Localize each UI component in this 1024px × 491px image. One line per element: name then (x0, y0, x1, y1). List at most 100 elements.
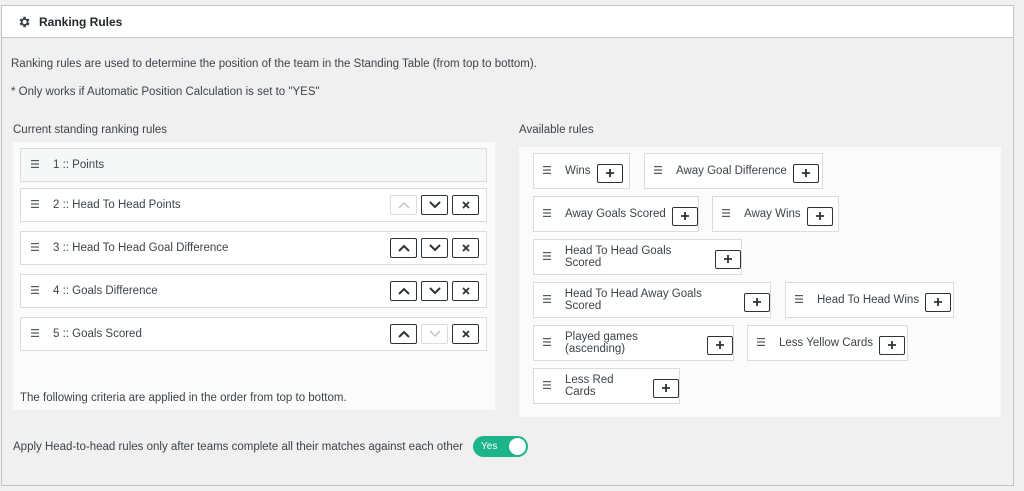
rule-label: Head To Head Away Goals Scored (564, 288, 702, 312)
plus-icon (753, 298, 762, 306)
plus-icon (724, 255, 733, 263)
rule-label: 1 :: Points (53, 159, 105, 171)
drag-handle-icon[interactable] (543, 381, 555, 391)
current-rules-label: Current standing ranking rules (13, 124, 168, 136)
chevron-up-icon (397, 244, 410, 252)
plus-icon (716, 341, 724, 349)
plus-icon (662, 384, 671, 392)
remove-button[interactable] (452, 281, 479, 301)
rule-label: Away Goal Difference (676, 165, 787, 177)
drag-handle-icon[interactable] (31, 329, 43, 339)
add-rule-button[interactable] (707, 335, 733, 355)
panel-title: Ranking Rules (39, 14, 123, 29)
drag-handle-icon[interactable] (31, 160, 43, 170)
move-down-button (421, 324, 448, 344)
available-rules-list: Wins Away Goal Difference Away Goals Sco… (519, 147, 1001, 417)
drag-handle-icon[interactable] (722, 209, 734, 219)
rule-label: 4 :: Goals Difference (53, 285, 158, 297)
rule-label: Head To Head Goals Scored (564, 245, 672, 269)
rule-label: Head To Head Wins (817, 294, 920, 306)
drag-handle-icon[interactable] (757, 338, 769, 348)
drag-handle-icon[interactable] (654, 166, 666, 176)
move-down-button[interactable] (421, 195, 448, 215)
current-rule-item[interactable]: 5 :: Goals Scored (20, 317, 487, 351)
chevron-up-icon (397, 201, 410, 209)
available-rule-item[interactable]: Head To Head Away Goals Scored (533, 282, 771, 318)
drag-handle-icon[interactable] (31, 200, 43, 210)
add-rule-button[interactable] (596, 163, 623, 183)
remove-button[interactable] (452, 195, 479, 215)
close-icon (461, 330, 470, 338)
h2h-toggle-row: Apply Head-to-head rules only after team… (13, 436, 529, 457)
add-rule-button[interactable] (878, 335, 905, 355)
chevron-up-icon (397, 287, 410, 295)
drag-handle-icon[interactable] (543, 209, 555, 219)
add-rule-button[interactable] (792, 163, 819, 183)
h2h-toggle-switch[interactable]: Yes (473, 436, 529, 457)
add-rule-button[interactable] (806, 206, 833, 226)
drag-handle-icon[interactable] (31, 286, 43, 296)
drag-handle-icon[interactable] (543, 166, 555, 176)
drag-handle-icon[interactable] (543, 338, 555, 348)
toggle-state-text: Yes (481, 441, 498, 452)
remove-button[interactable] (452, 238, 479, 258)
plus-icon (887, 341, 896, 349)
move-up-button[interactable] (390, 324, 417, 344)
available-rule-item[interactable]: Less Red Cards (533, 368, 680, 404)
description-note: * Only works if Automatic Position Calcu… (11, 86, 320, 98)
rule-label: 3 :: Head To Head Goal Difference (53, 242, 229, 254)
rule-label: Less Red Cards (564, 374, 614, 398)
chevron-down-icon (428, 287, 441, 295)
add-rule-button[interactable] (925, 292, 952, 312)
add-rule-button[interactable] (653, 378, 679, 398)
current-rule-item[interactable]: 3 :: Head To Head Goal Difference (20, 231, 487, 265)
add-rule-button[interactable] (715, 249, 742, 269)
current-rule-item[interactable]: 2 :: Head To Head Points (20, 188, 487, 222)
h2h-toggle-label: Apply Head-to-head rules only after team… (13, 440, 464, 453)
toggle-knob (509, 438, 527, 455)
plus-icon (934, 298, 943, 306)
add-rule-button[interactable] (744, 292, 771, 312)
available-rule-item[interactable]: Less Yellow Cards (747, 325, 908, 361)
description-text: Ranking rules are used to determine the … (11, 58, 537, 70)
plus-icon (605, 169, 614, 177)
available-rule-item[interactable]: Away Goal Difference (644, 153, 823, 189)
remove-button[interactable] (452, 324, 479, 344)
chevron-down-icon (428, 330, 441, 338)
plus-icon (680, 212, 689, 220)
rule-controls (390, 324, 479, 344)
rule-label: Less Yellow Cards (779, 337, 873, 349)
available-rule-item[interactable]: Wins (533, 153, 630, 189)
current-rule-item[interactable]: 1 :: Points (20, 148, 487, 182)
current-rule-item[interactable]: 4 :: Goals Difference (20, 274, 487, 308)
chevron-down-icon (428, 244, 441, 252)
rule-controls (390, 195, 479, 215)
available-rule-item[interactable]: Head To Head Wins (785, 282, 954, 318)
close-icon (461, 287, 470, 295)
move-down-button[interactable] (421, 238, 448, 258)
drag-handle-icon[interactable] (31, 243, 43, 253)
available-rule-item[interactable]: Head To Head Goals Scored (533, 239, 742, 275)
move-down-button[interactable] (421, 281, 448, 301)
available-rule-item[interactable]: Away Wins (712, 196, 839, 232)
drag-handle-icon[interactable] (543, 252, 555, 262)
criteria-order-note: The following criteria are applied in th… (20, 392, 347, 404)
rule-controls (390, 238, 479, 258)
available-rule-item[interactable]: Away Goals Scored (533, 196, 699, 232)
rule-label: Away Goals Scored (565, 208, 666, 220)
add-rule-button[interactable] (671, 206, 698, 226)
drag-handle-icon[interactable] (543, 295, 555, 305)
move-up-button[interactable] (390, 281, 417, 301)
available-rules-label: Available rules (519, 124, 594, 136)
close-icon (461, 244, 470, 252)
rule-label: 5 :: Goals Scored (53, 328, 142, 340)
rule-label: Wins (565, 165, 591, 177)
available-rule-item[interactable]: Played games (ascending) (533, 325, 734, 361)
rule-controls (390, 281, 479, 301)
gear-icon (17, 15, 31, 29)
rule-label: 2 :: Head To Head Points (53, 199, 181, 211)
move-up-button (390, 195, 417, 215)
move-up-button[interactable] (390, 238, 417, 258)
drag-handle-icon[interactable] (795, 295, 807, 305)
rule-label: Away Wins (744, 208, 801, 220)
